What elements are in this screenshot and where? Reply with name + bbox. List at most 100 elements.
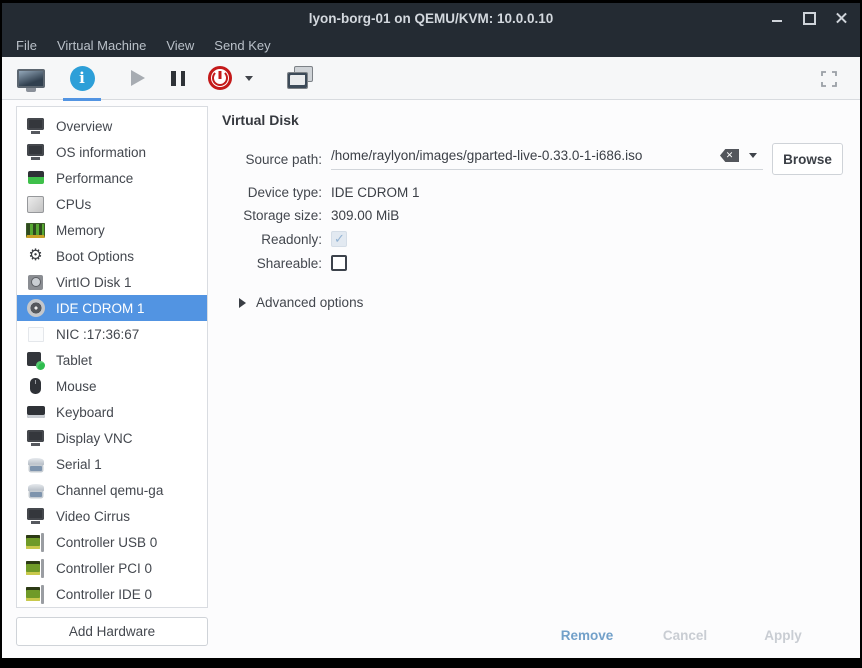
device-type-label: Device type: (222, 185, 322, 200)
shutdown-menu-caret-icon[interactable] (242, 71, 256, 85)
sidebar-item-label: NIC :17:36:67 (56, 327, 139, 342)
source-path-input[interactable] (331, 148, 720, 163)
action-bar: Remove Cancel Apply (222, 612, 842, 658)
monitor-icon (26, 143, 45, 162)
performance-icon (26, 169, 45, 188)
device-type-row: Device type: IDE CDROM 1 (222, 185, 842, 200)
cancel-button: Cancel (656, 628, 714, 643)
titlebar: lyon-borg-01 on QEMU/KVM: 10.0.0.10 (2, 3, 860, 33)
sidebar-item-display-vnc[interactable]: Display VNC (17, 425, 207, 451)
shutdown-button[interactable] (208, 66, 232, 90)
sidebar-item-keyboard[interactable]: Keyboard (17, 399, 207, 425)
tablet-icon (26, 351, 45, 370)
sidebar-item-video-cirrus[interactable]: Video Cirrus (17, 503, 207, 529)
pci-card-icon (26, 533, 45, 552)
remove-button[interactable]: Remove (558, 628, 616, 643)
sidebar-item-label: Serial 1 (56, 457, 102, 472)
storage-size-row: Storage size: 309.00 MiB (222, 208, 842, 223)
monitor-icon (26, 117, 45, 136)
maximize-icon[interactable] (800, 9, 818, 27)
run-button[interactable] (128, 68, 148, 88)
minimize-icon[interactable] (768, 9, 786, 27)
sidebar-item-boot-options[interactable]: Boot Options (17, 243, 207, 269)
sidebar-item-performance[interactable]: Performance (17, 165, 207, 191)
sidebar-item-mouse[interactable]: Mouse (17, 373, 207, 399)
readonly-row: Readonly: (222, 231, 842, 247)
sidebar-item-label: Controller PCI 0 (56, 561, 152, 576)
add-hardware-row: Add Hardware (16, 608, 210, 654)
hardware-list[interactable]: Overview OS information Performance CPUs Mem… (16, 106, 208, 608)
storage-size-label: Storage size: (222, 208, 322, 223)
window-title: lyon-borg-01 on QEMU/KVM: 10.0.0.10 (2, 11, 860, 26)
sidebar-item-label: Channel qemu-ga (56, 483, 163, 498)
sidebar-item-tablet[interactable]: Tablet (17, 347, 207, 373)
cd-icon (26, 299, 45, 318)
sidebar-item-label: IDE CDROM 1 (56, 301, 145, 316)
monitor-icon (26, 429, 45, 448)
page-title: Virtual Disk (222, 112, 842, 128)
menubar: File Virtual Machine View Send Key (2, 33, 860, 57)
clear-entry-icon[interactable]: ✕ (720, 149, 739, 162)
add-hardware-button[interactable]: Add Hardware (16, 617, 208, 646)
menu-view[interactable]: View (156, 33, 204, 57)
device-type-value: IDE CDROM 1 (331, 185, 842, 200)
sidebar-item-label: Display VNC (56, 431, 133, 446)
sidebar-item-controller-usb-0[interactable]: Controller USB 0 (17, 529, 207, 555)
console-monitor-icon (17, 69, 45, 88)
pause-button[interactable] (170, 70, 186, 86)
sidebar-item-overview[interactable]: Overview (17, 113, 207, 139)
sidebar-item-serial-1[interactable]: Serial 1 (17, 451, 207, 477)
menu-send-key[interactable]: Send Key (204, 33, 280, 57)
sidebar-item-label: Keyboard (56, 405, 114, 420)
toolbar: i (2, 57, 860, 100)
gear-icon (26, 247, 45, 266)
sidebar-item-label: Overview (56, 119, 112, 134)
sidebar-item-label: Video Cirrus (56, 509, 130, 524)
sidebar-item-memory[interactable]: Memory (17, 217, 207, 243)
sidebar-item-os-information[interactable]: OS information (17, 139, 207, 165)
shareable-row: Shareable: (222, 255, 842, 271)
sidebar-item-virtio-disk-1[interactable]: VirtIO Disk 1 (17, 269, 207, 295)
disk-icon (26, 273, 45, 292)
window-controls (768, 3, 850, 33)
info-icon: i (70, 66, 95, 91)
memory-icon (26, 221, 45, 240)
close-icon[interactable] (832, 9, 850, 27)
sidebar-item-cpus[interactable]: CPUs (17, 191, 207, 217)
spacer (222, 310, 842, 612)
expander-arrow-icon (239, 298, 246, 308)
entry-dropdown-caret-icon[interactable] (749, 153, 757, 158)
sidebar-item-label: Boot Options (56, 249, 134, 264)
vm-windows-icon[interactable] (286, 66, 314, 90)
show-details-button[interactable]: i (62, 61, 102, 95)
shareable-checkbox[interactable] (331, 255, 347, 271)
selected-tab-underline (63, 98, 101, 101)
advanced-options-expander[interactable]: Advanced options (222, 295, 842, 310)
advanced-options-label: Advanced options (256, 295, 363, 310)
cpu-icon (26, 195, 45, 214)
source-path-row: Source path: ✕ Browse (222, 143, 842, 175)
sidebar-item-label: Performance (56, 171, 133, 186)
sidebar-item-controller-pci-0[interactable]: Controller PCI 0 (17, 555, 207, 581)
sidebar-item-label: VirtIO Disk 1 (56, 275, 132, 290)
serial-icon (26, 481, 45, 500)
fullscreen-icon[interactable] (820, 70, 838, 88)
sidebar-item-channel-qemu-ga[interactable]: Channel qemu-ga (17, 477, 207, 503)
storage-size-value: 309.00 MiB (331, 208, 842, 223)
sidebar-item-ide-cdrom-1[interactable]: IDE CDROM 1 (17, 295, 207, 321)
pci-card-icon (26, 585, 45, 604)
menu-file[interactable]: File (6, 33, 47, 57)
sidebar-item-label: Memory (56, 223, 105, 238)
sidebar-item-label: Mouse (56, 379, 97, 394)
mouse-icon (26, 377, 45, 396)
content-area: Overview OS information Performance CPUs Mem… (2, 100, 860, 658)
menu-virtual-machine[interactable]: Virtual Machine (47, 33, 156, 57)
sidebar-item-controller-ide-0[interactable]: Controller IDE 0 (17, 581, 207, 607)
keyboard-icon (26, 403, 45, 422)
main-panel: Virtual Disk Source path: ✕ Browse Devic… (210, 100, 860, 658)
shareable-label: Shareable: (222, 256, 322, 271)
sidebar-item-nic[interactable]: NIC :17:36:67 (17, 321, 207, 347)
browse-button[interactable]: Browse (772, 143, 843, 175)
show-console-button[interactable] (17, 66, 45, 90)
sidebar-item-label: Controller IDE 0 (56, 587, 152, 602)
